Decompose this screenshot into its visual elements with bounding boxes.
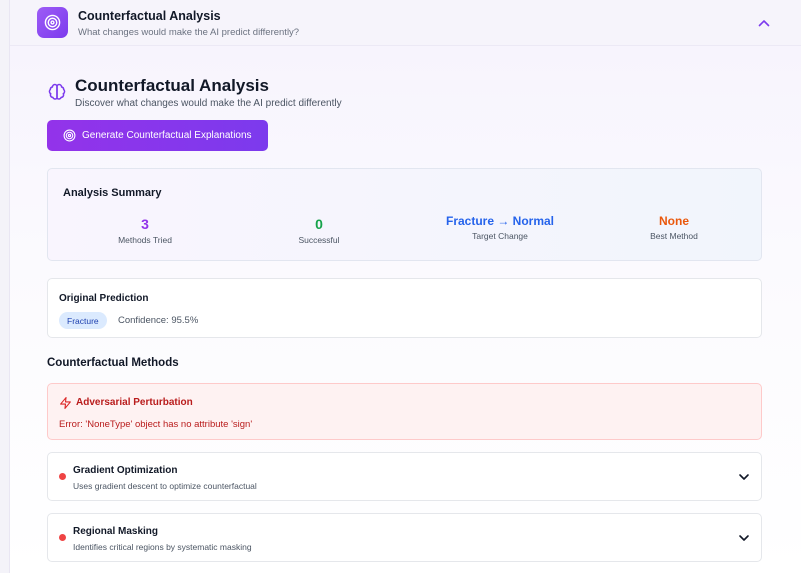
stat-value: 3 xyxy=(141,216,149,232)
stat-label: Successful xyxy=(298,235,340,245)
analysis-summary-card: Analysis Summary 3 Methods Tried 0 Succe… xyxy=(47,168,762,261)
target-icon xyxy=(63,129,76,142)
summary-title: Analysis Summary xyxy=(63,187,162,199)
prediction-confidence: Confidence: 95.5% xyxy=(118,315,199,326)
chevron-down-icon[interactable] xyxy=(737,531,751,545)
stat-label: Best Method xyxy=(650,231,698,241)
stat-value: 0 xyxy=(315,216,323,232)
stat-best-method: None Best Method xyxy=(589,214,759,241)
method-subtitle: Uses gradient descent to optimize counte… xyxy=(73,481,257,491)
method-subtitle: Identifies critical regions by systemati… xyxy=(73,542,252,552)
brain-icon xyxy=(47,81,67,103)
counterfactual-panel: Counterfactual Analysis What changes wou… xyxy=(9,0,801,573)
method-title: Regional Masking xyxy=(73,526,159,537)
methods-title: Counterfactual Methods xyxy=(47,357,179,369)
stat-value: Fracture → Normal xyxy=(445,214,555,228)
analysis-body: Counterfactual Analysis Discover what ch… xyxy=(10,46,801,573)
stat-label: Target Change xyxy=(472,231,528,241)
chevron-down-icon[interactable] xyxy=(737,470,751,484)
stat-target-change: Fracture → Normal Target Change xyxy=(415,214,585,241)
generate-counterfactuals-button[interactable]: Generate Counterfactual Explanations xyxy=(47,120,268,151)
error-message: Error: 'NoneType' object has no attribut… xyxy=(59,419,253,430)
method-gradient-optimization[interactable]: Gradient Optimization Uses gradient desc… xyxy=(47,452,762,501)
status-dot xyxy=(59,473,66,480)
original-prediction-card: Original Prediction Fracture Confidence:… xyxy=(47,278,762,338)
prediction-badge: Fracture xyxy=(59,312,107,329)
original-prediction-title: Original Prediction xyxy=(59,293,149,304)
stat-label: Methods Tried xyxy=(118,235,172,245)
error-method-title: Adversarial Perturbation xyxy=(76,397,193,408)
section-header[interactable]: Counterfactual Analysis What changes wou… xyxy=(10,0,801,46)
method-error-card: Adversarial Perturbation Error: 'NoneTyp… xyxy=(47,383,762,440)
status-dot xyxy=(59,534,66,541)
stat-successful: 0 Successful xyxy=(234,216,404,245)
page-title: Counterfactual Analysis xyxy=(75,76,269,95)
page-subtitle: Discover what changes would make the AI … xyxy=(75,98,342,109)
stat-methods-tried: 3 Methods Tried xyxy=(60,216,230,245)
generate-button-label: Generate Counterfactual Explanations xyxy=(82,130,252,141)
method-title: Gradient Optimization xyxy=(73,465,178,476)
lightning-icon xyxy=(59,396,72,410)
chevron-up-icon[interactable] xyxy=(754,14,774,32)
stat-value: None xyxy=(659,214,689,228)
section-title: Counterfactual Analysis xyxy=(78,9,221,23)
section-subtitle: What changes would make the AI predict d… xyxy=(78,27,300,38)
method-regional-masking[interactable]: Regional Masking Identifies critical reg… xyxy=(47,513,762,562)
target-icon xyxy=(37,7,68,38)
